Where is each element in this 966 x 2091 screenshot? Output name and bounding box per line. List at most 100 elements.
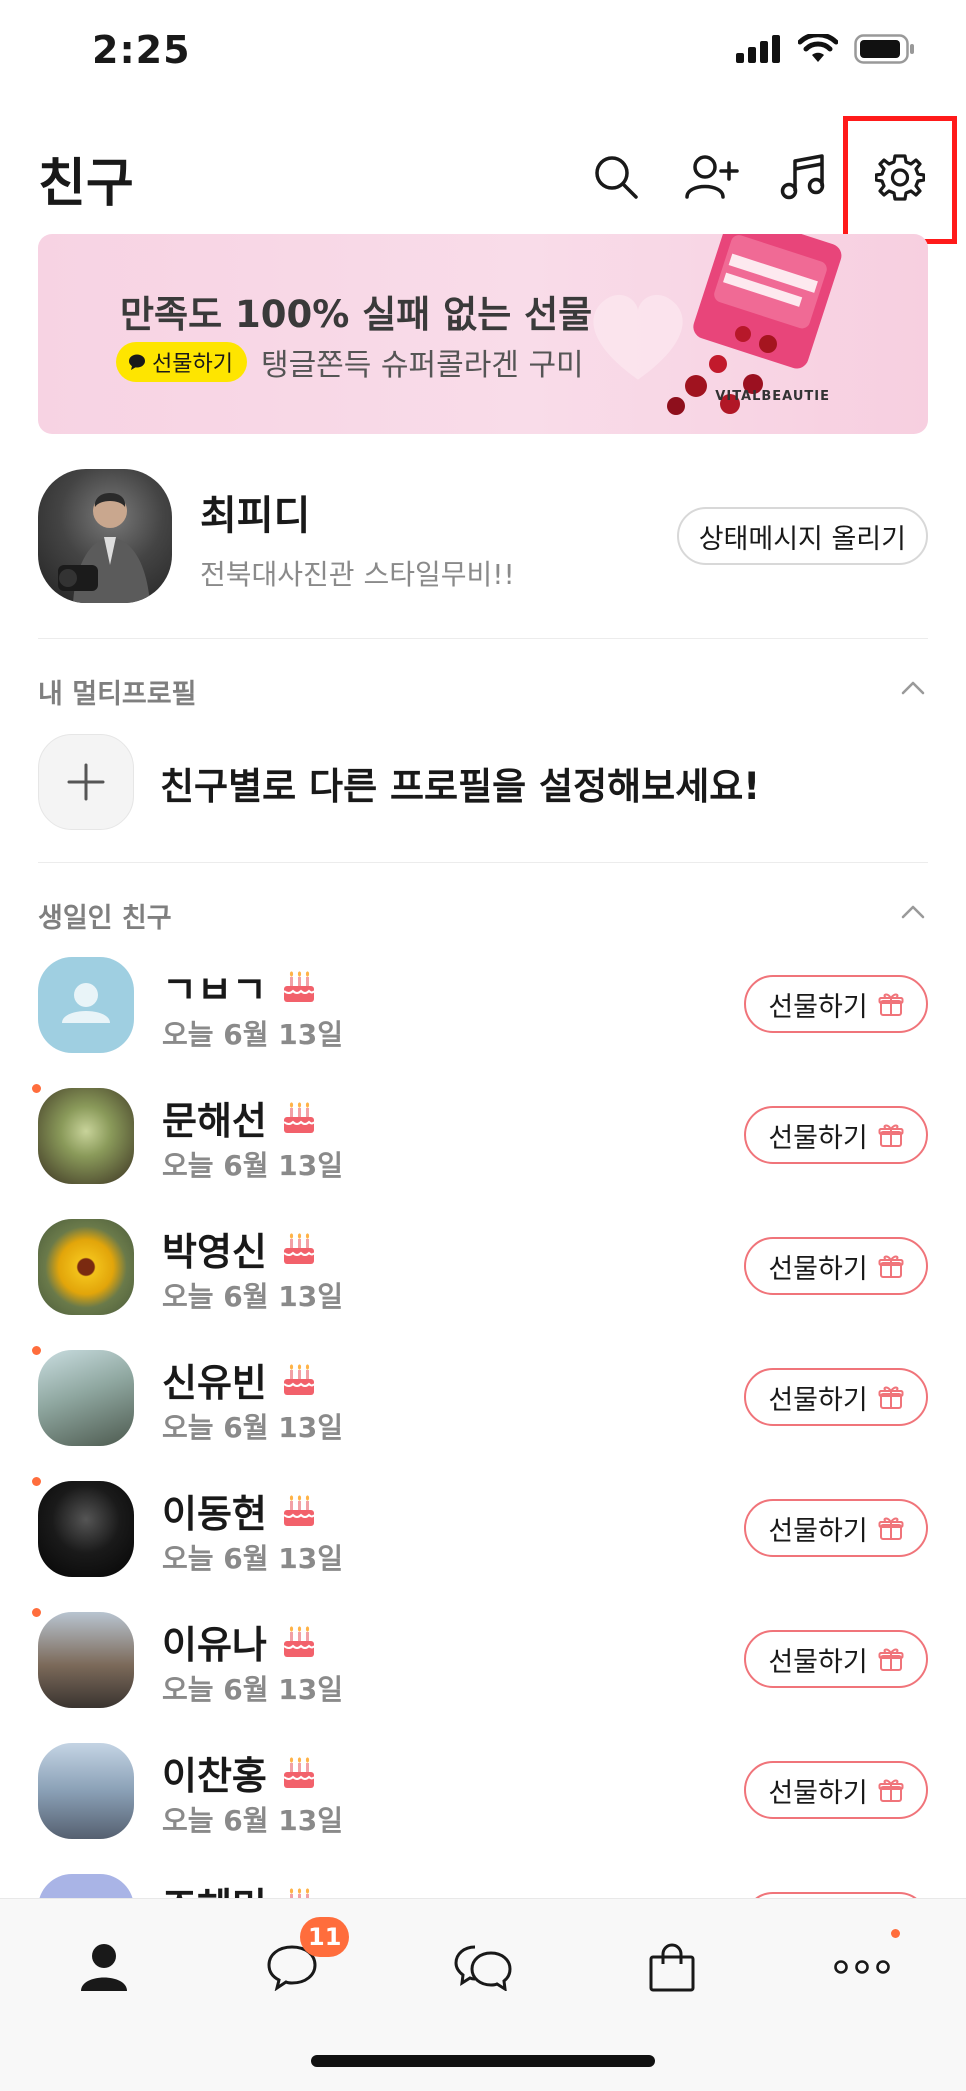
ad-banner[interactable]: 만족도 100% 실패 없는 선물 선물하기 탱글쫀득 슈퍼콜라겐 구미 VIT [38,234,928,434]
friend-birthday-date: 오늘 6월 13일 [162,1804,343,1837]
my-profile-name: 최피디 [200,493,311,539]
add-multi-profile-button[interactable] [38,734,134,830]
openchat-tab[interactable] [443,1927,523,2007]
birthday-cake-icon [283,1101,315,1133]
plus-icon [67,763,105,801]
friend-name: 박영신 [162,1230,267,1274]
friend-avatar[interactable] [38,1612,134,1708]
status-bar: 2:25 [0,0,966,110]
search-icon[interactable] [584,145,648,209]
gift-box-icon [878,1255,904,1278]
friend-avatar[interactable] [38,1219,134,1315]
gift-box-icon [878,993,904,1016]
shopping-tab[interactable] [632,1927,712,2007]
birthday-cake-icon [283,1494,315,1526]
music-icon[interactable] [772,145,836,209]
birthday-friend-row[interactable]: 이유나오늘 6월 13일 선물하기 [0,1608,966,1739]
status-time: 2:25 [92,28,191,72]
friend-name-line: 신유빈 [162,1352,317,1407]
friend-birthday-date: 오늘 6월 13일 [162,1673,343,1706]
new-dot [32,1084,41,1093]
birthday-cake-icon [283,1756,315,1788]
friend-name: 문해선 [162,1099,267,1143]
birthday-friend-row[interactable]: 이동현오늘 6월 13일 선물하기 [0,1477,966,1608]
friend-avatar[interactable] [38,1350,134,1446]
chat-bubble-icon [129,354,145,370]
add-friend-icon[interactable] [680,145,744,209]
birthday-friend-row[interactable]: 박영신오늘 6월 13일 선물하기 [0,1215,966,1346]
wifi-icon [798,34,838,62]
gift-box-icon [878,1386,904,1409]
cellular-signal-icon [736,35,780,63]
default-avatar-icon [62,983,110,1023]
send-gift-button[interactable]: 선물하기 [744,1761,928,1819]
friend-name-line: 박영신 [162,1221,317,1276]
friend-avatar[interactable] [38,957,134,1053]
friend-name-line: 이유나 [162,1614,317,1669]
birthday-friend-row[interactable]: 이찬홍오늘 6월 13일 선물하기 [0,1739,966,1870]
more-tab[interactable] [822,1927,902,2007]
friend-birthday-date: 오늘 6월 13일 [162,1018,343,1051]
birthday-cake-icon [283,970,315,1002]
friend-birthday-date: 오늘 6월 13일 [162,1280,343,1313]
highlight-box [843,116,957,244]
gummy-product-image [667,234,842,415]
friend-avatar[interactable] [38,1481,134,1577]
multi-profile-add-row[interactable]: 친구별로 다른 프로필을 설정해보세요! [0,730,966,830]
battery-icon [854,34,914,64]
banner-subline: 선물하기 탱글쫀득 슈퍼콜라겐 구미 [116,340,584,384]
friend-avatar[interactable] [38,1743,134,1839]
new-dot [32,1608,41,1617]
birthday-friend-list: ㄱㅂㄱ 오늘 6월 13일 선물하기 문해선 오늘 6월 13일 선물하기 박영신 오늘 6월… [0,953,966,2001]
person-photo-icon [58,493,150,603]
send-gift-button[interactable]: 선물하기 [744,1237,928,1295]
friend-name: 이동현 [162,1492,267,1536]
banner-title: 만족도 100% 실패 없는 선물 [120,293,593,336]
gift-button-label: 선물하기 [768,991,868,1023]
birthday-section-label: 생일인 친구 [38,903,172,934]
my-profile-avatar[interactable] [38,469,172,603]
friend-name: 이찬홍 [162,1754,267,1798]
gift-button-label: 선물하기 [768,1777,868,1809]
friend-avatar[interactable] [38,1088,134,1184]
chevron-up-icon[interactable] [898,674,928,704]
send-gift-button[interactable]: 선물하기 [744,1106,928,1164]
friend-name: 신유빈 [162,1361,267,1405]
gift-button-label: 선물하기 [768,1384,868,1416]
friend-name-line: ㄱㅂㄱ [162,959,317,1014]
friend-birthday-date: 오늘 6월 13일 [162,1411,343,1444]
birthday-friend-row[interactable]: 신유빈오늘 6월 13일 선물하기 [0,1346,966,1477]
birthday-cake-icon [283,1232,315,1264]
friends-tab[interactable] [64,1927,144,2007]
home-indicator [311,2055,655,2067]
divider [38,862,928,863]
gift-box-icon [878,1517,904,1540]
send-gift-button[interactable]: 선물하기 [744,1630,928,1688]
shopping-bag-icon [649,1943,695,1992]
gift-box-icon [878,1124,904,1147]
gift-button-label: 선물하기 [768,1253,868,1285]
my-profile[interactable]: 최피디 전북대사진관 스타일무비!! 상태메시지 올리기 [0,465,966,607]
new-dot [32,1477,41,1486]
birthday-friend-row[interactable]: 문해선오늘 6월 13일 선물하기 [0,1084,966,1215]
status-icons [736,34,916,64]
banner-brand: VITALBEAUTIE [715,389,830,404]
more-new-dot [891,1929,900,1938]
gift-chip: 선물하기 [116,342,247,382]
gift-button-label: 선물하기 [768,1515,868,1547]
send-gift-button[interactable]: 선물하기 [744,975,928,1033]
send-gift-button[interactable]: 선물하기 [744,1368,928,1426]
friend-birthday-date: 오늘 6월 13일 [162,1542,343,1575]
multi-profile-section-label: 내 멀티프로필 [38,679,197,710]
page-title: 친구 [38,154,134,214]
friend-name-line: 문해선 [162,1090,317,1145]
gift-box-icon [878,1648,904,1671]
multi-profile-cta: 친구별로 다른 프로필을 설정해보세요! [160,765,761,808]
chat-unread-badge: 11 [300,1917,350,1957]
friend-birthday-date: 오늘 6월 13일 [162,1149,343,1182]
chevron-up-icon[interactable] [898,898,928,928]
birthday-friend-row[interactable]: ㄱㅂㄱ 오늘 6월 13일 선물하기 [0,953,966,1084]
post-status-button[interactable]: 상태메시지 올리기 [676,507,928,565]
open-chat-icon [454,1945,512,1991]
send-gift-button[interactable]: 선물하기 [744,1499,928,1557]
